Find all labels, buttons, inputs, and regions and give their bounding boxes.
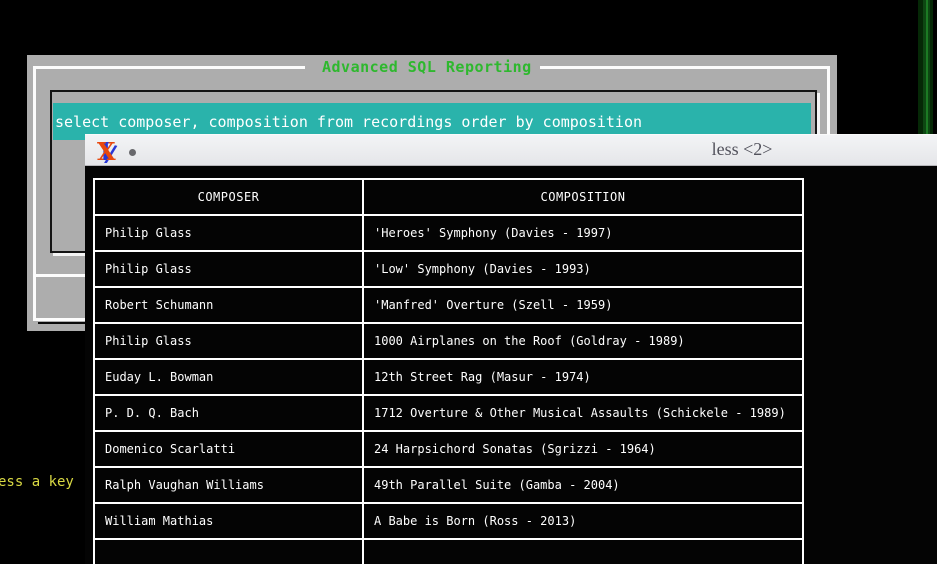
x11-logo-icon[interactable]: I / X — [95, 139, 119, 163]
dot-icon — [129, 149, 136, 156]
table-cell: Domenico Scarlatti — [94, 431, 363, 467]
table-row: P. D. Q. Bach1712 Overture & Other Music… — [94, 395, 803, 431]
table-cell: Philip Glass — [94, 251, 363, 287]
table-cell: A Babe is Born (Ross - 2013) — [363, 503, 803, 539]
table-cell: 'Manfred' Overture (Szell - 1959) — [363, 287, 803, 323]
table-cell: 'Low' Symphony (Davies - 1993) — [363, 251, 803, 287]
results-table: COMPOSER COMPOSITION Philip Glass'Heroes… — [93, 178, 804, 564]
table-cell: 24 Harpsichord Sonatas (Sgrizzi - 1964) — [363, 431, 803, 467]
frame-top-right-segment — [540, 66, 830, 69]
table-cell: William Mathias — [94, 503, 363, 539]
column-header-composition: COMPOSITION — [363, 179, 803, 215]
table-row: Domenico Scarlatti24 Harpsichord Sonatas… — [94, 431, 803, 467]
less-window: I / X less <2> COMPOSER COMPOSITION Phil… — [85, 134, 937, 564]
svg-text:X: X — [97, 139, 116, 163]
table-header-row: COMPOSER COMPOSITION — [94, 179, 803, 215]
table-cell — [94, 539, 363, 564]
table-row: William MathiasA Babe is Born (Ross - 20… — [94, 503, 803, 539]
sql-query-text: select composer, composition from record… — [53, 113, 642, 131]
less-window-title: less <2> — [682, 139, 802, 160]
table-row: Euday L. Bowman12th Street Rag (Masur - … — [94, 359, 803, 395]
terminal-green-stripe — [918, 0, 933, 134]
frame-top-left-segment — [33, 66, 305, 69]
terminal-green-stripe-highlight — [926, 0, 928, 134]
table-row: Philip Glass1000 Airplanes on the Roof (… — [94, 323, 803, 359]
table-cell: Ralph Vaughan Williams — [94, 467, 363, 503]
report-window-title: Advanced SQL Reporting — [322, 58, 532, 76]
table-cell: P. D. Q. Bach — [94, 395, 363, 431]
desktop-screen: Advanced SQL Reporting select composer, … — [0, 0, 937, 564]
table-cell: 49th Parallel Suite (Gamba - 2004) — [363, 467, 803, 503]
table-row: Philip Glass'Low' Symphony (Davies - 199… — [94, 251, 803, 287]
table-row: Robert Schumann'Manfred' Overture (Szell… — [94, 287, 803, 323]
table-body: Philip Glass'Heroes' Symphony (Davies - … — [94, 215, 803, 564]
table-cell: 1712 Overture & Other Musical Assaults (… — [363, 395, 803, 431]
column-header-composer: COMPOSER — [94, 179, 363, 215]
table-cell: 12th Street Rag (Masur - 1974) — [363, 359, 803, 395]
terminal-prompt-text: ess a key — [0, 474, 74, 490]
table-cell — [363, 539, 803, 564]
table-row — [94, 539, 803, 564]
less-window-titlebar[interactable]: I / X less <2> — [85, 134, 937, 166]
table-row: Ralph Vaughan Williams49th Parallel Suit… — [94, 467, 803, 503]
table-row: Philip Glass'Heroes' Symphony (Davies - … — [94, 215, 803, 251]
table-cell: 1000 Airplanes on the Roof (Goldray - 19… — [363, 323, 803, 359]
table-cell: Philip Glass — [94, 215, 363, 251]
table-cell: 'Heroes' Symphony (Davies - 1997) — [363, 215, 803, 251]
frame-left-edge — [33, 66, 36, 321]
table-cell: Philip Glass — [94, 323, 363, 359]
table-cell: Euday L. Bowman — [94, 359, 363, 395]
table-cell: Robert Schumann — [94, 287, 363, 323]
